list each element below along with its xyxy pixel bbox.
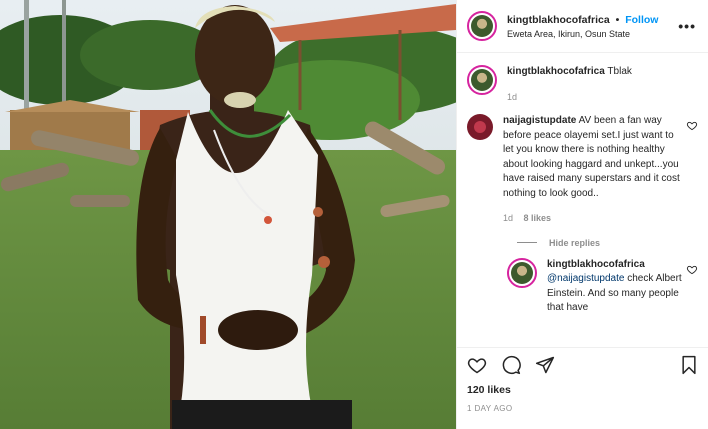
comment-row: naijagistupdate AV been a fan way before… <box>467 114 698 226</box>
comment-username[interactable]: naijagistupdate <box>503 115 576 126</box>
reply-body: kingtblakhocofafrica @naijagistupdate ch… <box>547 258 682 316</box>
comment-body: naijagistupdate AV been a fan way before… <box>503 114 682 226</box>
hide-replies-button[interactable]: Hide replies <box>517 238 698 248</box>
bookmark-icon[interactable] <box>680 355 698 375</box>
post-footer: 120 likes 1 DAY AGO <box>457 347 708 429</box>
caption-row: kingtblakhocofafrica Tblak 1d <box>467 65 698 104</box>
header-text: kingtblakhocofafrica • Follow Eweta Area… <box>507 14 678 39</box>
comment-time[interactable]: 1d <box>503 213 513 223</box>
comment-text: AV been a fan way before peace olayemi s… <box>503 115 680 199</box>
reply-heart-icon[interactable] <box>686 264 698 275</box>
instagram-post: kingtblakhocofafrica • Follow Eweta Area… <box>0 0 708 429</box>
follow-button[interactable]: Follow <box>625 14 658 26</box>
hide-replies-line <box>517 242 537 243</box>
comment-likes[interactable]: 8 likes <box>524 213 552 223</box>
post-photo[interactable] <box>0 0 456 429</box>
caption-text: Tblak <box>607 66 632 77</box>
reply-row: kingtblakhocofafrica @naijagistupdate ch… <box>467 257 698 316</box>
author-avatar[interactable] <box>467 11 497 41</box>
reply-avatar[interactable] <box>507 257 537 288</box>
more-horizontal-icon[interactable]: ••• <box>678 18 696 34</box>
caption-username[interactable]: kingtblakhocofafrica <box>507 66 605 77</box>
commenter-avatar[interactable] <box>467 114 493 140</box>
caption-time[interactable]: 1d <box>507 92 517 102</box>
author-username[interactable]: kingtblakhocofafrica <box>507 14 610 26</box>
header-line: kingtblakhocofafrica • Follow <box>507 14 678 26</box>
comment-icon[interactable] <box>501 355 521 375</box>
post-location[interactable]: Eweta Area, Ikirun, Osun State <box>507 29 678 39</box>
comment-heart-icon[interactable] <box>686 120 698 131</box>
separator-dot: • <box>615 13 620 26</box>
likes-count[interactable]: 120 likes <box>467 384 698 396</box>
caption-body: kingtblakhocofafrica Tblak 1d <box>507 65 698 104</box>
photo-illustration <box>0 0 456 429</box>
share-icon[interactable] <box>535 355 555 375</box>
posted-time[interactable]: 1 DAY AGO <box>467 404 698 413</box>
comment-meta: 1d 8 likes <box>503 211 682 226</box>
post-header: kingtblakhocofafrica • Follow Eweta Area… <box>457 0 708 53</box>
post-sidebar: kingtblakhocofafrica • Follow Eweta Area… <box>456 0 708 429</box>
comments-list: kingtblakhocofafrica Tblak 1d naijagistu… <box>457 53 708 347</box>
reply-username[interactable]: kingtblakhocofafrica <box>547 259 645 270</box>
heart-icon[interactable] <box>467 355 487 375</box>
reply-mention[interactable]: @naijagistupdate <box>547 273 624 284</box>
caption-avatar[interactable] <box>467 65 497 95</box>
hide-replies-label: Hide replies <box>549 237 601 248</box>
caption-meta: 1d <box>507 90 698 105</box>
action-bar <box>467 348 698 382</box>
